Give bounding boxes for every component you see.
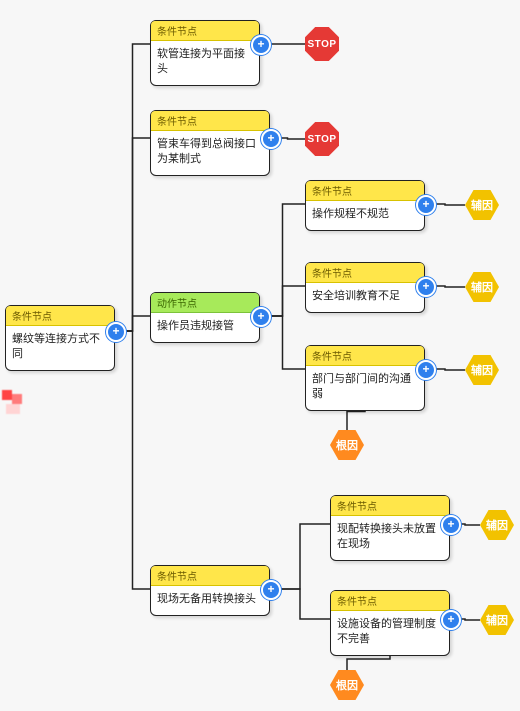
condition-node-n_c1[interactable]: 条件节点操作规程不规范+ [305,180,425,231]
aux-cause-badge[interactable]: 辅因 [480,510,514,540]
node-type-label: 动作节点 [151,293,259,313]
node-type-label: 条件节点 [331,496,449,516]
connector [115,331,150,589]
node-type-label: 条件节点 [306,181,424,201]
node-text: 部门与部门间的沟通弱 [306,366,424,410]
add-child-button[interactable]: + [416,277,436,297]
condition-node-n_b[interactable]: 条件节点管束车得到总阀接口为某制式+ [150,110,270,176]
add-child-button[interactable]: + [251,307,271,327]
add-child-button[interactable]: + [106,322,126,342]
condition-node-n_a[interactable]: 条件节点软管连接为平面接头+ [150,20,260,86]
node-text: 安全培训教育不足 [306,283,424,312]
action-node-n_c[interactable]: 动作节点操作员违规接管+ [150,292,260,343]
node-type-label: 条件节点 [6,306,114,326]
connector [260,204,305,316]
node-text: 现配转换接头未放置在现场 [331,516,449,560]
stop-badge[interactable]: STOP [305,122,339,156]
node-text: 设施设备的管理制度不完善 [331,611,449,655]
root-cause-badge[interactable]: 根因 [330,430,364,460]
connector [115,44,150,331]
add-child-button[interactable]: + [416,360,436,380]
node-type-label: 条件节点 [151,21,259,41]
node-type-label: 条件节点 [151,566,269,586]
condition-node-n_c2[interactable]: 条件节点安全培训教育不足+ [305,262,425,313]
condition-node-n_c3[interactable]: 条件节点部门与部门间的沟通弱+ [305,345,425,411]
aux-cause-badge[interactable]: 辅因 [480,605,514,635]
add-child-button[interactable]: + [416,195,436,215]
root-cause-badge[interactable]: 根因 [330,670,364,700]
aux-cause-badge[interactable]: 辅因 [465,272,499,302]
connector [115,138,150,331]
node-text: 管束车得到总阀接口为某制式 [151,131,269,175]
node-text: 操作规程不规范 [306,201,424,230]
condition-node-n_d2[interactable]: 条件节点设施设备的管理制度不完善+ [330,590,450,656]
node-type-label: 条件节点 [151,111,269,131]
add-child-button[interactable]: + [251,35,271,55]
node-text: 螺纹等连接方式不同 [6,326,114,370]
condition-node-n_d[interactable]: 条件节点现场无备用转换接头+ [150,565,270,616]
condition-node-n_root[interactable]: 条件节点螺纹等连接方式不同+ [5,305,115,371]
condition-node-n_d1[interactable]: 条件节点现配转换接头未放置在现场+ [330,495,450,561]
node-type-label: 条件节点 [306,346,424,366]
add-child-button[interactable]: + [261,580,281,600]
node-text: 现场无备用转换接头 [151,586,269,615]
add-child-button[interactable]: + [441,515,461,535]
node-text: 软管连接为平面接头 [151,41,259,85]
connector [270,524,330,589]
aux-cause-badge[interactable]: 辅因 [465,190,499,220]
aux-cause-badge[interactable]: 辅因 [465,355,499,385]
add-child-button[interactable]: + [261,129,281,149]
node-type-label: 条件节点 [306,263,424,283]
add-child-button[interactable]: + [441,610,461,630]
stop-badge[interactable]: STOP [305,27,339,61]
node-type-label: 条件节点 [331,591,449,611]
node-text: 操作员违规接管 [151,313,259,342]
image-artifact [2,390,34,418]
